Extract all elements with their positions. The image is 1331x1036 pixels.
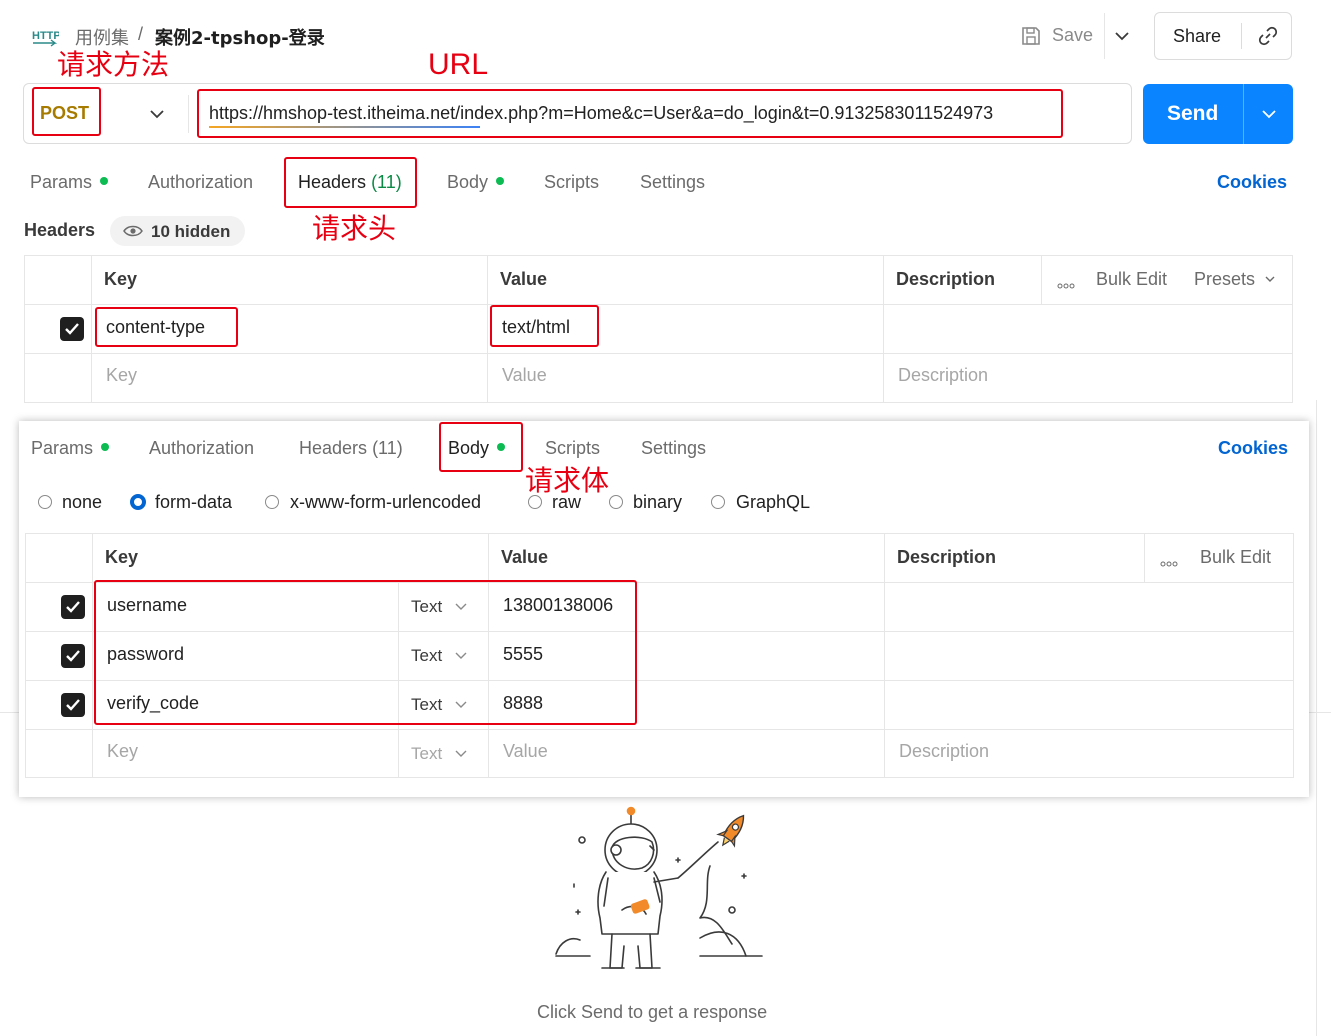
send-dropdown-chevron-icon[interactable]: [1261, 106, 1277, 127]
annotation-url: URL: [428, 48, 489, 81]
tab-authorization[interactable]: Authorization: [148, 172, 253, 193]
body-col-value: Value: [501, 547, 549, 567]
hidden-count-label: 10 hidden: [151, 222, 231, 241]
annotation-body: 请求体: [525, 464, 610, 497]
divider: [1241, 23, 1242, 49]
http-icon: HTTP: [31, 26, 61, 48]
header-key-highlight: [95, 307, 238, 347]
headers-col-key: Key: [104, 269, 138, 289]
presets-chevron-icon: [1265, 276, 1275, 282]
right-panel-border: [1316, 400, 1317, 1036]
body-col-key: Key: [105, 547, 139, 567]
headers-col-description: Description: [896, 269, 996, 289]
save-icon: [1020, 25, 1042, 52]
request-name[interactable]: 案例2-tpshop-登录: [155, 24, 325, 50]
mode-binary-label[interactable]: binary: [633, 492, 682, 513]
tab-body[interactable]: Body: [447, 172, 505, 193]
astronaut-illustration: [550, 806, 770, 978]
url-highlight: [197, 89, 1063, 138]
body-col-description: Description: [897, 547, 997, 567]
cookies-link-2[interactable]: Cookies: [1218, 438, 1288, 459]
mode-form-data-label[interactable]: form-data: [155, 492, 232, 513]
save-dropdown-chevron-icon[interactable]: [1114, 28, 1130, 49]
radio-binary[interactable]: [609, 495, 623, 509]
body-value-placeholder[interactable]: Value: [503, 741, 548, 762]
method-highlight: [32, 87, 101, 136]
body-params-highlight: [94, 580, 637, 725]
header-key-placeholder[interactable]: Key: [106, 365, 137, 386]
headers-presets[interactable]: Presets: [1194, 269, 1276, 290]
breadcrumb-collection[interactable]: 用例集: [75, 24, 129, 50]
tab-authorization-2[interactable]: Authorization: [149, 438, 254, 459]
body-bulk-edit[interactable]: Bulk Edit: [1200, 547, 1271, 568]
divider: [1104, 13, 1105, 59]
radio-graphql[interactable]: [711, 495, 725, 509]
headers-bulk-edit[interactable]: Bulk Edit: [1096, 269, 1167, 290]
tab-params[interactable]: Params: [30, 172, 109, 193]
mode-graphql-label[interactable]: GraphQL: [736, 492, 810, 513]
tab-scripts[interactable]: Scripts: [544, 172, 599, 193]
radio-form-data[interactable]: [130, 494, 146, 510]
type-chevron-icon: [455, 750, 467, 757]
response-hint: Click Send to get a response: [537, 1002, 768, 1022]
send-button[interactable]: Send: [1143, 84, 1293, 144]
body-key-placeholder[interactable]: Key: [107, 741, 138, 762]
more-options-icon[interactable]: [1160, 554, 1178, 572]
annotation-headers: 请求头: [312, 212, 397, 245]
divider: [1243, 84, 1244, 144]
header-description-placeholder[interactable]: Description: [898, 365, 988, 386]
headers-title: Headers: [24, 220, 96, 240]
breadcrumb-separator: /: [138, 24, 144, 44]
share-label: Share: [1173, 26, 1222, 46]
annotation-method: 请求方法: [57, 48, 170, 81]
headers-col-value: Value: [500, 269, 548, 289]
share-button[interactable]: Share: [1154, 12, 1292, 60]
tab-settings-2[interactable]: Settings: [641, 438, 706, 459]
tab-params-2[interactable]: Params: [31, 438, 110, 459]
body-row-checkbox[interactable]: [61, 644, 85, 668]
body-description-placeholder[interactable]: Description: [899, 741, 989, 762]
tab-settings[interactable]: Settings: [640, 172, 705, 193]
svg-text:HTTP: HTTP: [32, 30, 59, 42]
tab-scripts-2[interactable]: Scripts: [545, 438, 600, 459]
body-tab-highlight: [439, 422, 523, 472]
radio-none[interactable]: [38, 495, 52, 509]
more-options-icon[interactable]: [1057, 276, 1075, 294]
mode-urlencoded-label[interactable]: x-www-form-urlencoded: [290, 492, 481, 513]
tab-headers-2[interactable]: Headers (11): [299, 438, 403, 459]
eye-icon: [123, 224, 143, 243]
body-type-placeholder[interactable]: Text: [411, 744, 468, 764]
link-icon[interactable]: [1257, 25, 1279, 52]
mode-none-label[interactable]: none: [62, 492, 102, 513]
radio-urlencoded[interactable]: [265, 495, 279, 509]
hidden-headers-toggle[interactable]: 10 hidden: [110, 216, 245, 246]
body-row-checkbox[interactable]: [61, 693, 85, 717]
send-label: Send: [1167, 102, 1219, 125]
cookies-link[interactable]: Cookies: [1217, 172, 1287, 193]
method-chevron-icon: [149, 106, 165, 127]
header-row-checkbox[interactable]: [60, 317, 84, 341]
headers-tab-highlight: [284, 157, 417, 208]
header-value-highlight: [490, 305, 599, 347]
radio-raw[interactable]: [528, 495, 542, 509]
header-value-placeholder[interactable]: Value: [502, 365, 547, 386]
divider: [188, 95, 189, 133]
save-button[interactable]: Save: [1016, 22, 1100, 50]
save-label: Save: [1052, 25, 1094, 45]
body-row-checkbox[interactable]: [61, 595, 85, 619]
